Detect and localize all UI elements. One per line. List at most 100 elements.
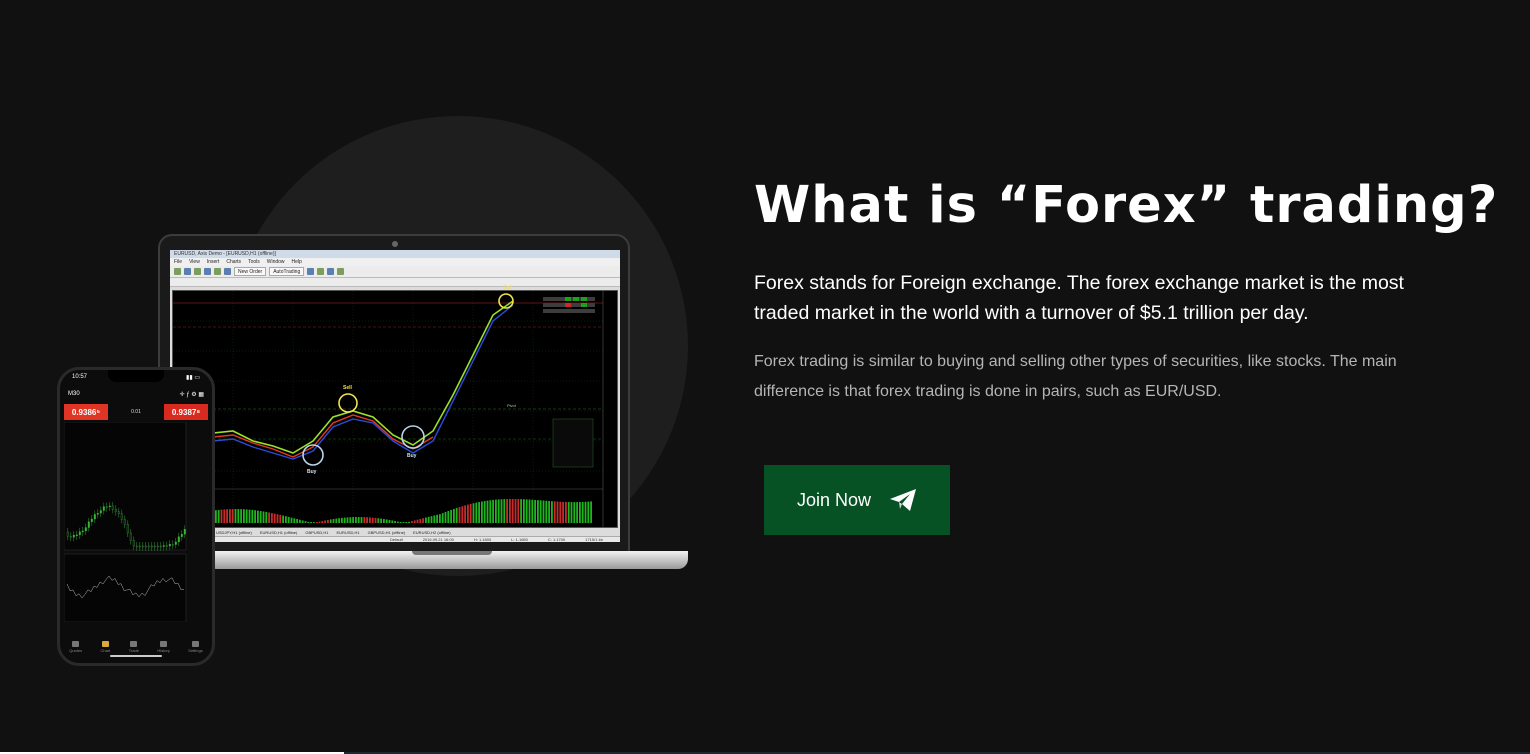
candle-body xyxy=(105,506,108,508)
chart-icon xyxy=(101,641,109,647)
histogram-bar xyxy=(551,501,553,523)
status-text: C: 1.1700 xyxy=(547,537,566,542)
histogram-bar xyxy=(276,514,279,523)
histogram-bar xyxy=(576,502,578,523)
histogram-bar xyxy=(217,509,220,523)
candle-body xyxy=(117,511,120,514)
histogram-bar xyxy=(343,517,346,523)
histogram-bar xyxy=(537,500,539,523)
histogram-bar xyxy=(483,501,486,523)
history-icon xyxy=(160,641,168,647)
nav-label: History xyxy=(157,648,170,653)
histogram-bar xyxy=(467,504,469,523)
histogram-bar xyxy=(220,509,223,523)
candle-body xyxy=(177,536,180,543)
camera-dot xyxy=(392,241,398,247)
histogram-bar xyxy=(520,499,522,523)
histogram-bar xyxy=(570,502,573,523)
menu-item: File xyxy=(174,259,183,265)
phone-notch xyxy=(108,370,164,382)
candle-body xyxy=(93,514,96,520)
histogram-bar xyxy=(357,517,360,523)
toolbar-icon xyxy=(214,268,221,275)
candle-body xyxy=(138,545,141,548)
histogram-bar xyxy=(251,509,254,523)
phone-quote-bar: 0.9386⁵ 0.01 0.9387⁸ xyxy=(60,404,212,420)
nav-chart: Chart xyxy=(101,641,110,653)
phone-chart-header: M30 ✛ ƒ ⚙ ▦ xyxy=(60,384,212,404)
settings-icon xyxy=(192,641,199,647)
histogram-bar xyxy=(433,515,436,523)
histogram-bar xyxy=(447,510,450,523)
histogram-bar xyxy=(559,501,562,523)
candle-body xyxy=(144,545,147,548)
new-order-button: New Order xyxy=(234,267,267,276)
histogram-bar xyxy=(352,517,354,523)
candle-body xyxy=(162,545,165,547)
histogram-bar xyxy=(341,517,343,523)
candle-body xyxy=(153,545,156,548)
status-text: L: 1.1650 xyxy=(511,537,528,542)
toolbar-icon xyxy=(224,268,231,275)
trade-icon xyxy=(130,641,138,647)
histogram-bar xyxy=(310,522,312,523)
candle-body xyxy=(114,509,117,512)
histogram-bar xyxy=(327,519,329,523)
candle-body xyxy=(102,506,105,511)
nav-history: History xyxy=(157,641,170,653)
nav-label: Settings xyxy=(188,648,203,653)
status-text: 2016.09.21 16:00 xyxy=(422,537,454,542)
histogram-bar xyxy=(579,502,581,523)
histogram-bar xyxy=(245,509,248,523)
histogram-bar xyxy=(453,508,455,523)
histogram-bar xyxy=(497,499,500,523)
histogram-bar xyxy=(450,509,452,523)
candle-body xyxy=(99,510,102,514)
histogram-bar xyxy=(229,509,231,523)
histogram-bar xyxy=(461,506,464,523)
candle-body xyxy=(159,545,162,548)
histogram-bar xyxy=(581,501,584,523)
sell-label: Sell xyxy=(503,285,512,291)
toolbar-icon xyxy=(337,268,345,275)
quotes-icon xyxy=(72,641,80,647)
histogram-bar xyxy=(313,522,315,523)
candle-body xyxy=(123,519,126,525)
histogram-bar xyxy=(394,521,396,523)
histogram-bar xyxy=(248,509,251,523)
histogram-bar xyxy=(293,518,296,523)
histogram-bar xyxy=(363,517,366,523)
histogram-bar xyxy=(548,500,550,523)
toolbar-icon xyxy=(204,268,211,275)
histogram-bar xyxy=(262,511,265,523)
histogram-bar xyxy=(562,501,564,523)
histogram-bar xyxy=(366,517,368,523)
histogram-bar xyxy=(388,519,391,523)
histogram-bar xyxy=(528,499,531,523)
platform-toolbar: New Order AutoTrading xyxy=(170,266,620,278)
laptop-notch xyxy=(412,551,492,555)
platform-title-bar: EURUSD, Axis Demo - [EURUSD,H1 (offline)… xyxy=(170,250,620,258)
toolbar-icon xyxy=(307,268,315,275)
nav-quotes: Quotes xyxy=(69,641,82,653)
menu-item: View xyxy=(189,259,200,265)
histogram-bar xyxy=(254,510,256,523)
histogram-bar xyxy=(360,517,363,523)
histogram-bar xyxy=(567,502,570,523)
join-now-button[interactable]: Join Now xyxy=(764,465,950,535)
candle-body xyxy=(135,545,138,548)
candle-body xyxy=(141,545,144,548)
toolbar-icon xyxy=(317,268,325,275)
histogram-bar xyxy=(226,509,228,523)
histogram-bar xyxy=(458,507,461,523)
menu-item: Charts xyxy=(226,259,242,265)
histogram-bar xyxy=(301,520,304,523)
histogram-bar xyxy=(539,500,542,523)
histogram-bar xyxy=(355,517,357,523)
histogram-bar xyxy=(481,501,483,523)
sell-price-button: 0.9386⁵ xyxy=(64,404,108,420)
histogram-bar xyxy=(486,500,489,523)
histogram-bar xyxy=(399,522,402,523)
menu-item: Help xyxy=(291,259,302,265)
laptop-mockup: EURUSD, Axis Demo - [EURUSD,H1 (offline)… xyxy=(158,234,630,554)
